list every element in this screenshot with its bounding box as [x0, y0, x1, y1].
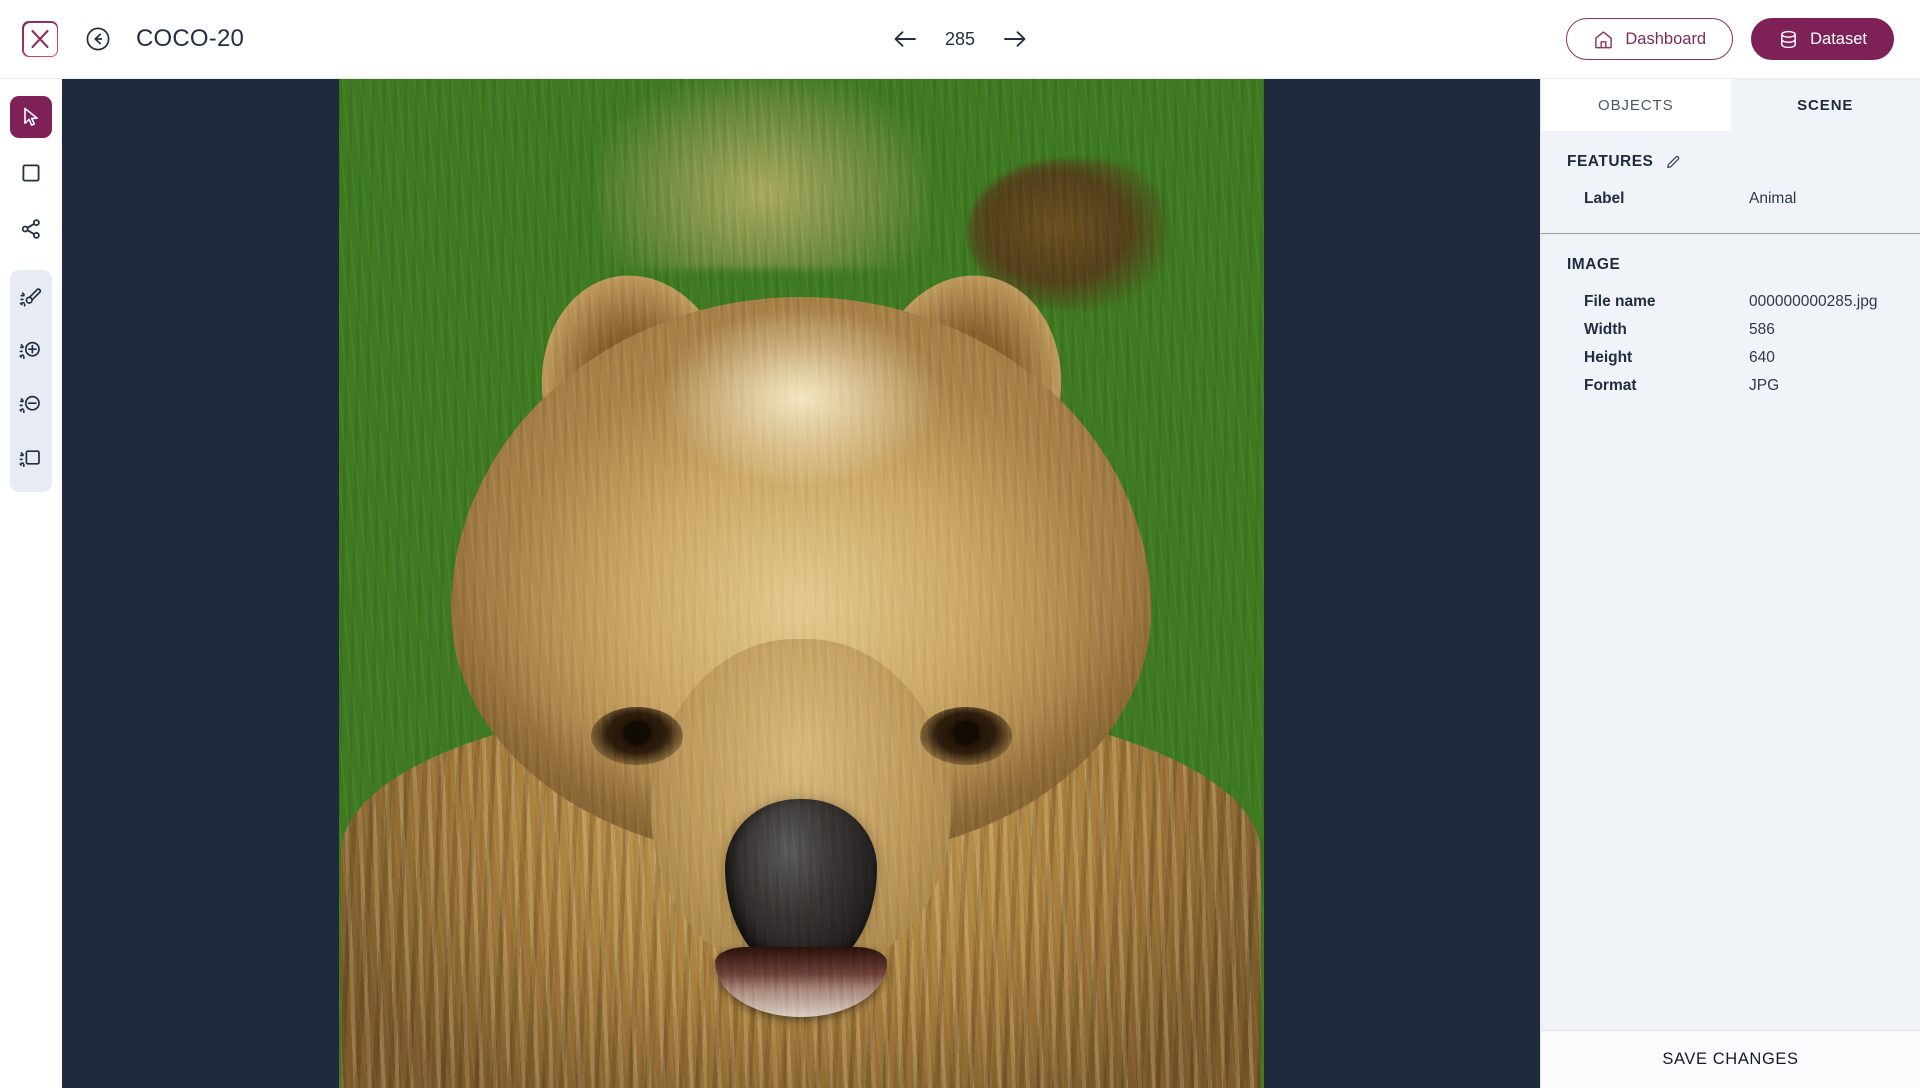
dashboard-button[interactable]: Dashboard	[1566, 18, 1734, 60]
panel-spacer	[1541, 420, 1920, 1030]
pencil-icon	[1667, 155, 1680, 168]
tab-scene[interactable]: SCENE	[1730, 79, 1920, 131]
next-image-button[interactable]	[1000, 24, 1030, 54]
home-icon	[1595, 30, 1613, 48]
logo-wrap	[22, 21, 58, 57]
image-key: File name	[1584, 293, 1656, 310]
tool-sidebar	[0, 79, 62, 1088]
image-value: 640	[1749, 349, 1775, 366]
image-value: JPG	[1749, 377, 1780, 394]
share-nodes-icon	[21, 219, 40, 239]
features-edit-button[interactable]	[1665, 154, 1682, 171]
features-heading-row: FEATURES	[1567, 153, 1894, 171]
annotation-app: COCO-20 285 Dashboard Dataset OBJECTS SC…	[0, 0, 1920, 1088]
magic-brush-tool[interactable]	[10, 275, 52, 317]
image-row-height: Height 640	[1567, 344, 1894, 372]
bear-right-eye	[919, 707, 1012, 765]
magic-subtract-tool[interactable]	[10, 383, 52, 425]
features-section: FEATURES Label Animal	[1541, 131, 1920, 233]
image-section: IMAGE File name 000000000285.jpg Width 5…	[1541, 233, 1920, 420]
polygon-tool[interactable]	[10, 208, 52, 250]
dashboard-button-label: Dashboard	[1625, 29, 1707, 48]
feature-row-label: Label Animal	[1567, 185, 1894, 213]
back-button[interactable]	[81, 22, 115, 56]
image-canvas[interactable]	[62, 79, 1540, 1088]
app-header: COCO-20 285 Dashboard Dataset	[0, 0, 1920, 79]
features-heading: FEATURES	[1567, 153, 1654, 170]
tab-objects[interactable]: OBJECTS	[1541, 79, 1731, 131]
page-title: COCO-20	[136, 25, 245, 52]
prev-image-button[interactable]	[890, 24, 920, 54]
magic-wand-icon	[19, 287, 42, 307]
cursor-arrow-icon	[23, 107, 38, 126]
ai-tool-group	[9, 270, 52, 492]
image-pager: 285	[890, 24, 1030, 54]
magic-square-icon	[19, 449, 40, 467]
image-key: Width	[1584, 321, 1627, 338]
workspace: OBJECTS SCENE FEATURES Label Animal IMAG…	[0, 79, 1920, 1088]
image-row-format: Format JPG	[1567, 372, 1894, 400]
arrow-left-icon	[894, 31, 916, 47]
dataset-button[interactable]: Dataset	[1751, 18, 1894, 60]
bear-left-eye	[590, 707, 683, 765]
feature-value: Animal	[1749, 190, 1797, 207]
inspector-panel: OBJECTS SCENE FEATURES Label Animal IMAG…	[1540, 79, 1920, 1088]
annotation-image[interactable]	[338, 79, 1264, 1088]
magic-plus-circle-icon	[19, 341, 40, 359]
image-index: 285	[944, 28, 976, 49]
app-logo[interactable]	[22, 21, 58, 57]
magic-box-tool[interactable]	[10, 437, 52, 479]
app-logo-inner	[23, 22, 57, 56]
image-key: Format	[1584, 377, 1637, 394]
inspector-tabs: OBJECTS SCENE	[1541, 79, 1920, 131]
select-cursor-tool[interactable]	[9, 96, 52, 138]
feature-key: Label	[1584, 190, 1625, 207]
image-key: Height	[1584, 349, 1633, 366]
logo-x-icon	[31, 29, 49, 49]
bear-subject	[339, 79, 1264, 1088]
image-heading: IMAGE	[1567, 256, 1621, 273]
image-row-width: Width 586	[1567, 316, 1894, 344]
image-value: 586	[1749, 321, 1775, 338]
circle-arrow-left-icon	[86, 27, 110, 51]
image-value: 000000000285.jpg	[1749, 293, 1878, 310]
header-actions: Dashboard Dataset	[1566, 18, 1894, 60]
image-row-filename: File name 000000000285.jpg	[1567, 288, 1894, 316]
magic-minus-circle-icon	[19, 395, 40, 413]
dataset-button-label: Dataset	[1810, 29, 1867, 48]
bear-right-pupil	[952, 721, 979, 745]
save-changes-button[interactable]: SAVE CHANGES	[1541, 1030, 1920, 1088]
square-icon	[22, 164, 39, 182]
bear-left-pupil	[623, 721, 650, 745]
arrow-right-icon	[1004, 31, 1026, 47]
rectangle-tool[interactable]	[10, 152, 52, 194]
magic-add-tool[interactable]	[10, 329, 52, 371]
database-icon	[1781, 30, 1797, 48]
